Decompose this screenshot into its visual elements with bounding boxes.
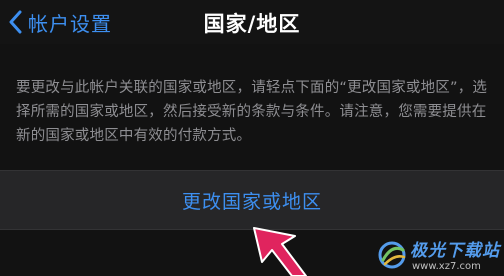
description-text: 要更改与此帐户关联的国家或地区，请轻点下面的“更改国家或地区”，选择所需的国家或… bbox=[16, 80, 488, 144]
page-title: 国家/地区 bbox=[203, 12, 301, 36]
watermark-url: www.xz7.com bbox=[412, 260, 481, 272]
watermark-name: 极光下载站 bbox=[410, 240, 500, 261]
change-region-label: 更改国家或地区 bbox=[181, 190, 322, 213]
watermark: 极光下载站 www.xz7.com bbox=[377, 240, 500, 274]
aurora-logo-icon bbox=[377, 240, 407, 274]
change-region-button[interactable]: 更改国家或地区 bbox=[0, 170, 504, 230]
navigation-bar: 帐户设置 国家/地区 bbox=[0, 0, 504, 44]
